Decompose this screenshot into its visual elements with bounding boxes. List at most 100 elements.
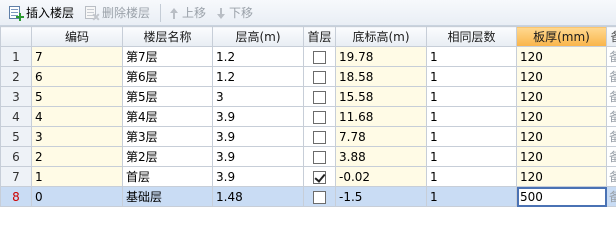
first-floor-checkbox[interactable]	[313, 90, 326, 104]
cell-base-elevation[interactable]: 7.78	[335, 126, 427, 147]
cell-extra[interactable]: 备	[606, 106, 616, 127]
cell-code[interactable]: 0	[31, 186, 123, 207]
row-number: 7	[0, 166, 32, 187]
cell-first-floor[interactable]	[303, 66, 336, 87]
cell-extra[interactable]: 备	[606, 126, 616, 147]
first-floor-checkbox[interactable]	[313, 50, 326, 64]
cell-floor-height[interactable]: 1.2	[212, 66, 304, 87]
cell-same-floor-count[interactable]: 1	[426, 126, 517, 147]
cell-slab-thickness[interactable]: 500	[516, 186, 607, 207]
cell-extra[interactable]: 备	[606, 66, 616, 87]
header-floor-height[interactable]: 层高(m)	[212, 26, 304, 47]
cell-floor-name[interactable]: 第7层	[122, 46, 213, 67]
header-code[interactable]: 编码	[31, 26, 123, 47]
cell-first-floor[interactable]	[303, 146, 336, 167]
table-row[interactable]: 80基础层1.48 -1.51500备	[0, 186, 616, 207]
table-header-row: 编码 楼层名称 层高(m) 首层 底标高(m) 相同层数 板厚(mm) 备	[0, 26, 616, 47]
first-floor-checkbox[interactable]	[313, 70, 326, 84]
row-number: 8	[0, 186, 32, 207]
cell-slab-thickness[interactable]: 120	[516, 146, 607, 167]
header-same-floor-count[interactable]: 相同层数	[426, 26, 517, 47]
cell-extra[interactable]: 备	[606, 86, 616, 107]
table-row[interactable]: 71首层3.9-0.021120备	[0, 166, 616, 187]
cell-base-elevation[interactable]: 18.58	[335, 66, 427, 87]
first-floor-checkbox[interactable]	[313, 150, 326, 164]
delete-floor-button[interactable]: 删除楼层	[80, 2, 154, 24]
move-down-button[interactable]: 下移	[212, 2, 257, 24]
cell-same-floor-count[interactable]: 1	[426, 86, 517, 107]
header-corner	[0, 26, 32, 47]
cell-first-floor[interactable]	[303, 46, 336, 67]
header-floor-name[interactable]: 楼层名称	[122, 26, 213, 47]
move-down-label: 下移	[229, 6, 254, 20]
cell-first-floor[interactable]	[303, 86, 336, 107]
cell-floor-name[interactable]: 基础层	[122, 186, 213, 207]
cell-first-floor[interactable]	[303, 126, 336, 147]
cell-code[interactable]: 5	[31, 86, 123, 107]
header-base-elevation[interactable]: 底标高(m)	[335, 26, 427, 47]
cell-extra[interactable]: 备	[606, 166, 616, 187]
cell-base-elevation[interactable]: 15.58	[335, 86, 427, 107]
arrow-up-icon	[169, 6, 179, 20]
cell-base-elevation[interactable]: 3.88	[335, 146, 427, 167]
cell-floor-name[interactable]: 第6层	[122, 66, 213, 87]
cell-base-elevation[interactable]: -1.5	[335, 186, 427, 207]
delete-floor-icon	[84, 5, 100, 21]
cell-slab-thickness[interactable]: 120	[516, 66, 607, 87]
cell-code[interactable]: 4	[31, 106, 123, 127]
header-slab-thickness[interactable]: 板厚(mm)	[516, 26, 607, 47]
cell-code[interactable]: 1	[31, 166, 123, 187]
first-floor-checkbox[interactable]	[313, 190, 326, 204]
cell-base-elevation[interactable]: 11.68	[335, 106, 427, 127]
cell-extra[interactable]: 备	[606, 186, 616, 207]
cell-floor-name[interactable]: 第4层	[122, 106, 213, 127]
cell-slab-thickness[interactable]: 120	[516, 166, 607, 187]
cell-floor-height[interactable]: 3.9	[212, 126, 304, 147]
cell-floor-name[interactable]: 第5层	[122, 86, 213, 107]
table-row[interactable]: 17第7层1.219.781120备	[0, 46, 616, 67]
cell-floor-height[interactable]: 3	[212, 86, 304, 107]
cell-floor-height[interactable]: 3.9	[212, 146, 304, 167]
cell-same-floor-count[interactable]: 1	[426, 186, 517, 207]
cell-base-elevation[interactable]: -0.02	[335, 166, 427, 187]
cell-floor-name[interactable]: 首层	[122, 166, 213, 187]
cell-extra[interactable]: 备	[606, 146, 616, 167]
cell-same-floor-count[interactable]: 1	[426, 146, 517, 167]
cell-code[interactable]: 7	[31, 46, 123, 67]
cell-first-floor[interactable]	[303, 106, 336, 127]
cell-same-floor-count[interactable]: 1	[426, 106, 517, 127]
table-row[interactable]: 35第5层315.581120备	[0, 86, 616, 107]
cell-slab-thickness[interactable]: 120	[516, 86, 607, 107]
cell-first-floor[interactable]	[303, 186, 336, 207]
cell-floor-name[interactable]: 第2层	[122, 146, 213, 167]
first-floor-checkbox[interactable]	[313, 130, 326, 144]
cell-code[interactable]: 3	[31, 126, 123, 147]
header-extra[interactable]: 备	[606, 26, 616, 47]
cell-floor-name[interactable]: 第3层	[122, 126, 213, 147]
cell-floor-height[interactable]: 3.9	[212, 106, 304, 127]
cell-code[interactable]: 6	[31, 66, 123, 87]
toolbar-separator	[160, 3, 162, 22]
cell-first-floor[interactable]	[303, 166, 336, 187]
cell-same-floor-count[interactable]: 1	[426, 46, 517, 67]
cell-slab-thickness[interactable]: 120	[516, 126, 607, 147]
table-row[interactable]: 62第2层3.9 3.881120备	[0, 146, 616, 167]
table-row[interactable]: 26第6层1.2 18.581120备	[0, 66, 616, 87]
cell-slab-thickness[interactable]: 120	[516, 46, 607, 67]
cell-floor-height[interactable]: 1.48	[212, 186, 304, 207]
table-row[interactable]: 44第4层3.911.681120备	[0, 106, 616, 127]
cell-floor-height[interactable]: 1.2	[212, 46, 304, 67]
cell-code[interactable]: 2	[31, 146, 123, 167]
cell-same-floor-count[interactable]: 1	[426, 166, 517, 187]
first-floor-checkbox[interactable]	[313, 170, 326, 184]
first-floor-checkbox[interactable]	[313, 110, 326, 124]
cell-extra[interactable]: 备	[606, 46, 616, 67]
move-up-button[interactable]: 上移	[165, 2, 210, 24]
table-row[interactable]: 53第3层3.9 7.781120备	[0, 126, 616, 147]
cell-same-floor-count[interactable]: 1	[426, 66, 517, 87]
insert-floor-button[interactable]: 插入楼层	[4, 2, 78, 24]
header-first-floor[interactable]: 首层	[303, 26, 336, 47]
cell-slab-thickness[interactable]: 120	[516, 106, 607, 127]
cell-floor-height[interactable]: 3.9	[212, 166, 304, 187]
cell-base-elevation[interactable]: 19.78	[335, 46, 427, 67]
